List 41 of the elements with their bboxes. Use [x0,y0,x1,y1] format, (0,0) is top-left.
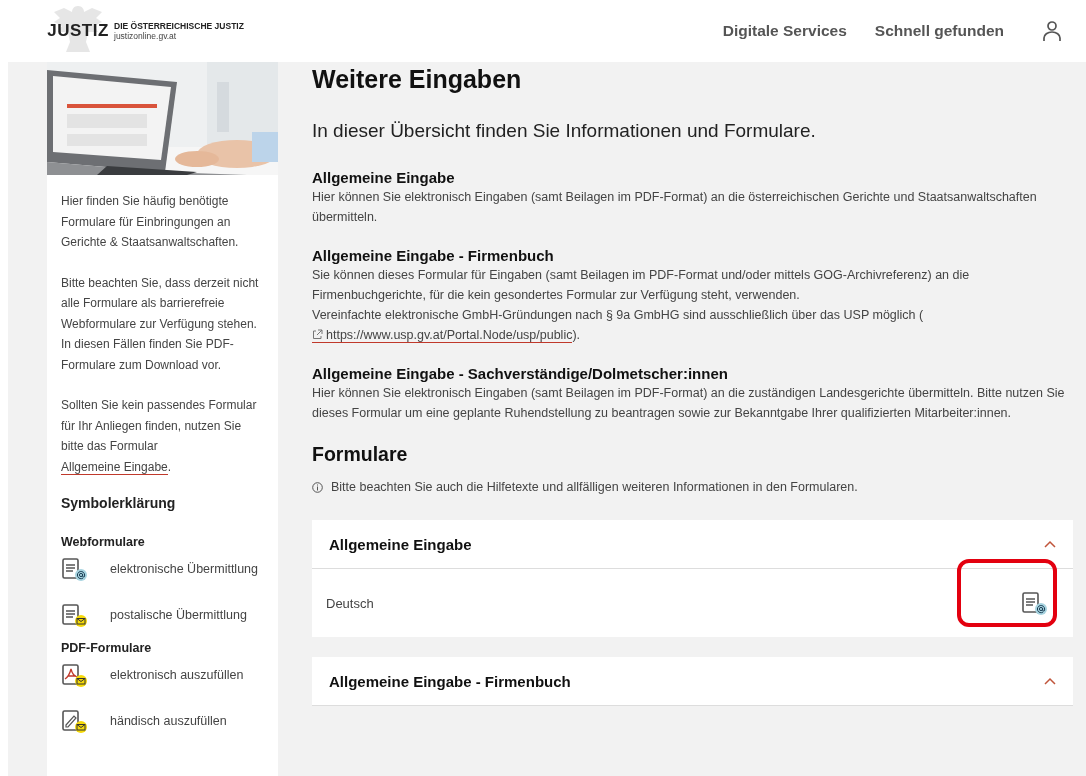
legend-heading: Symbolerklärung [61,494,177,513]
sidebar-paragraph: Hier finden Sie häufig benötigte Formulare für Einbringungen an Gerichte & Staatsanwaltschaften. [61,193,240,251]
legend-label: elektronisch auszufüllen [110,667,244,685]
section-text: Vereinfachte elektronische GmbH-Gründungen nach § 9a GmbHG sind ausschließlich über das USP möglich ( https://www.usp.gv.at/Portal.Node/usp/public). [312,307,925,345]
external-link[interactable]: https://www.usp.gv.at/Portal.Node/usp/public [312,328,573,343]
pdf-post-form-icon [61,663,88,688]
accordion-title[interactable]: Allgemeine Eingabe - Firmenbuch [329,672,571,690]
info-icon [312,481,323,493]
forms-heading: Formulare [312,443,409,466]
sidebar-paragraph: Bitte beachten Sie, dass derzeit nicht alle Formulare als barrierefreie Webformulare zur Verfügung stehen. In diesen Fällen finden Sie PDF-Formulare zum Download vor. [61,274,260,374]
sidebar-paragraph: Sollten Sie kein passendes Formular für Ihr Anliegen finden, nutzen Sie bitte das Formular Allgemeine Eingabe. [61,397,258,477]
legend-group-heading: PDF-Formulare [61,640,153,657]
section-text: Hier können Sie elektronisch Eingaben (samt Beilagen im PDF-Format) an die zuständigen Landesgerichte übermitteln. Bitte nutzen Sie dieses Formular um eine geplante Ruhendstellung zu beantragen sowie zur Bekanntgabe Ihrer qualifizierten Mitarbeiter:innen. [312,385,1066,422]
web-email-form-icon [1021,590,1048,616]
forms-note: Bitte beachten Sie auch die Hilfetexte und allfälligen weiteren Informationen in den Formularen. [331,480,858,494]
legend-label: elektronische Übermittlung [110,560,258,578]
logo-wordmark: JUSTIZ [47,21,109,41]
section-text: Hier können Sie elektronisch Eingaben (samt Beilagen im PDF-Format) an die österreichischen Gerichte und Staatsanwaltschaften übermitteln. [312,189,1038,226]
web-email-form-icon [61,556,88,582]
accordion-title[interactable]: Allgemeine Eingabe [329,535,472,553]
section-heading: Allgemeine Eingabe - Sachverständige/Dolmetscher:innen [312,365,729,382]
org-name: DIE ÖSTERREICHISCHE JUSTIZ [114,21,244,31]
intro-text: In dieser Übersicht finden Sie Informationen und Formulare. [312,120,817,142]
section-heading: Allgemeine Eingabe - Firmenbuch [312,247,555,264]
nav-link[interactable]: Schnell gefunden [874,22,1004,40]
user-icon[interactable] [1042,20,1062,42]
section-heading: Allgemeine Eingabe [312,169,456,186]
pen-post-form-icon [61,709,88,734]
web-post-form-icon [61,602,88,628]
nav-link[interactable]: Digitale Services [722,22,847,40]
legend-group-heading: Webformulare [61,533,146,551]
form-language: Deutsch [326,595,374,611]
chevron-icon[interactable] [1044,677,1056,685]
form-link[interactable]: Allgemeine Eingabe [61,459,168,475]
legend-label: händisch auszufüllen [110,713,227,731]
legend-label: postalische Übermittlung [110,606,247,624]
external-link-icon [312,329,323,340]
section-text: Sie können dieses Formular für Eingaben (samt Beilagen im PDF-Format und/oder mittels GOG-Archivreferenz) an die Firmenbuchgerichte, für die kein gesondertes Formular zur Verfügung steht, verwenden. [312,267,971,304]
chevron-icon[interactable] [1044,540,1056,548]
org-url: justizonline.gv.at [114,31,178,41]
page-title: Weitere Eingaben [312,65,523,94]
